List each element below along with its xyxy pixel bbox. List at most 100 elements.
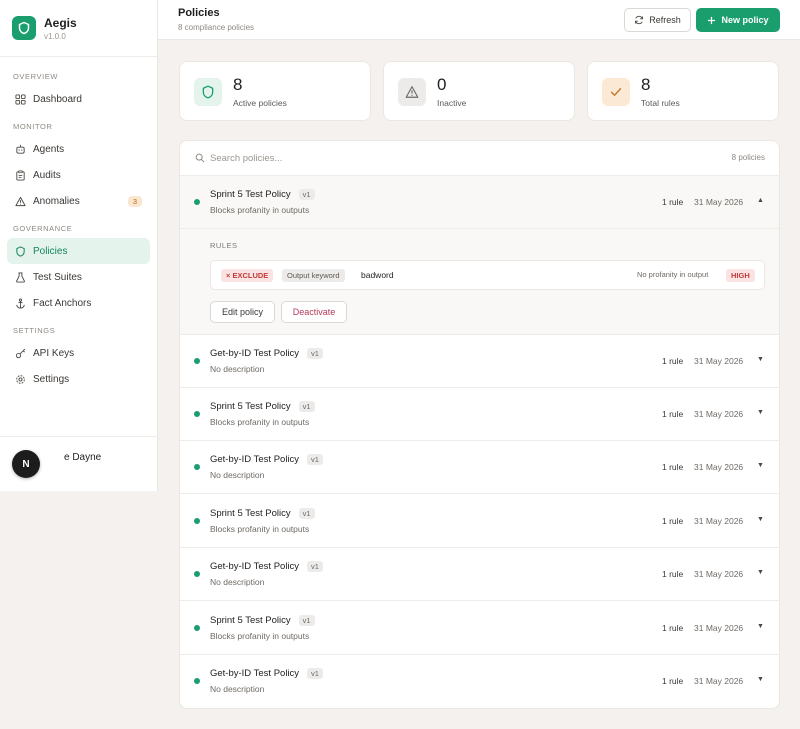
stat-value: 8 [641,75,651,94]
sidebar-item-dashboard[interactable]: Dashboard [7,86,150,112]
sidebar-item-audits[interactable]: Audits [7,162,150,188]
sidebar-item-label: Agents [33,143,65,155]
sidebar-item-policies[interactable]: Policies [7,238,150,264]
warning-icon [15,196,26,206]
rule-kind-tag: Output keyword [282,269,345,282]
sidebar-item-label: Fact Anchors [33,297,92,309]
policy-name: Get-by-ID Test Policy [210,561,300,572]
chevron-up-icon[interactable]: ▲ [757,197,764,204]
brand-name: Aegis [44,15,77,30]
chevron-down-icon[interactable]: ▼ [757,356,764,363]
table-row[interactable]: Get-by-ID Test Policy v1 No description … [180,441,779,494]
table-row[interactable]: Sprint 5 Test Policy v1 Blocks profanity… [180,176,779,229]
chevron-down-icon[interactable]: ▼ [757,516,764,523]
stat-card-inactive: 0 Inactive [383,61,575,121]
policy-name-group: Sprint 5 Test Policy v1 [210,508,315,519]
chevron-down-icon[interactable]: ▼ [757,409,764,416]
chevron-down-icon[interactable]: ▼ [757,676,764,683]
version-badge: v1 [307,348,323,359]
sidebar-item-label: Dashboard [33,93,82,105]
avatar[interactable]: N [12,450,40,478]
user-name: e Dayne [64,452,102,463]
status-dot [194,518,200,524]
policy-name: Sprint 5 Test Policy [210,189,291,200]
policy-date: 31 May 2026 [694,676,744,686]
policy-name: Sprint 5 Test Policy [210,615,291,626]
table-row[interactable]: Sprint 5 Test Policy v1 Blocks profanity… [180,602,779,655]
stat-card-total-rules: 8 Total rules [587,61,779,121]
table-row[interactable]: Sprint 5 Test Policy v1 Blocks profanity… [180,388,779,441]
edit-policy-button[interactable]: Edit policy [210,301,275,323]
sidebar-item-test-suites[interactable]: Test Suites [7,264,150,290]
sidebar-item-fact-anchors[interactable]: Fact Anchors [7,290,150,316]
policy-date: 31 May 2026 [694,409,744,419]
divider [0,436,157,437]
chevron-down-icon[interactable]: ▼ [757,569,764,576]
gear-icon [16,374,25,384]
version-badge: v1 [298,401,315,412]
rule-value: badword [361,270,394,280]
refresh-button[interactable]: Refresh [624,8,691,32]
table-row[interactable]: Get-by-ID Test Policy v1 No description … [180,548,779,601]
policy-description: Blocks profanity in outputs [210,524,310,534]
page-header: Policies 8 compliance policies Refresh N… [158,0,800,40]
sidebar-item-label: Policies [33,245,68,257]
status-dot [194,358,200,364]
policy-description: Blocks profanity in outputs [210,417,310,427]
anchor-icon [16,298,25,309]
status-dot [194,464,200,470]
chevron-down-icon[interactable]: ▼ [757,462,764,469]
search-bar: 8 policies [180,141,779,176]
sidebar-nav: OVERVIEW Dashboard MONITOR Agents Audits… [0,66,157,392]
policy-name-group: Get-by-ID Test Policy v1 [210,454,323,465]
sidebar-item-api-keys[interactable]: API Keys [7,340,150,366]
policy-description: No description [210,470,265,480]
sidebar-item-label: Test Suites [33,271,82,283]
policy-row-expanded: Sprint 5 Test Policy v1 Blocks profanity… [180,176,779,335]
policy-date: 31 May 2026 [694,356,744,366]
refresh-icon [635,15,644,25]
policy-name: Get-by-ID Test Policy [210,454,300,465]
flask-icon [16,271,25,283]
new-policy-button[interactable]: New policy [696,8,780,32]
policy-name-group: Sprint 5 Test Policy v1 [210,189,315,200]
search-input[interactable] [210,149,610,167]
sidebar-item-settings[interactable]: Settings [7,366,150,392]
stat-label: Inactive [437,98,467,108]
rule-count: 1 rule [662,462,684,472]
version-badge: v1 [298,508,315,519]
sidebar-item-agents[interactable]: Agents [7,136,150,162]
rule-card: × EXCLUDE Output keyword badword No prof… [210,260,765,290]
chevron-down-icon[interactable]: ▼ [757,623,764,630]
sidebar-item-label: Settings [33,373,70,385]
table-row[interactable]: Get-by-ID Test Policy v1 No description … [180,655,779,708]
rule-count: 1 rule [662,197,684,207]
plus-icon [708,16,716,24]
section-label-governance: GOVERNANCE [13,223,73,233]
shield-icon [194,78,222,106]
policy-description: No description [210,577,265,587]
rule-count: 1 rule [662,623,684,633]
table-row[interactable]: Sprint 5 Test Policy v1 Blocks profanity… [180,495,779,548]
version-badge: v1 [307,668,323,679]
version-badge: v1 [298,189,315,200]
sidebar: Aegis v1.0.0 OVERVIEW Dashboard MONITOR … [0,0,158,491]
new-policy-button-label: New policy [721,15,769,25]
sidebar-item-anomalies[interactable]: Anomalies 3 [7,188,150,214]
deactivate-button[interactable]: Deactivate [281,301,347,323]
divider [0,56,157,57]
page-title: Policies [178,7,220,19]
section-label-settings: SETTINGS [13,325,56,335]
divider [180,228,779,229]
rule-count: 1 rule [662,356,684,366]
brand[interactable]: Aegis v1.0.0 [0,0,157,42]
stat-card-active: 8 Active policies [179,61,371,121]
stat-value: 0 [437,75,447,94]
section-label-overview: OVERVIEW [13,71,59,81]
policy-name-group: Get-by-ID Test Policy v1 [210,348,323,359]
clipboard-icon [16,170,25,181]
rule-count: 1 rule [662,569,684,579]
table-row[interactable]: Get-by-ID Test Policy v1 No description … [180,335,779,388]
policy-description: Blocks profanity in outputs [210,631,310,641]
shield-icon [16,245,25,257]
